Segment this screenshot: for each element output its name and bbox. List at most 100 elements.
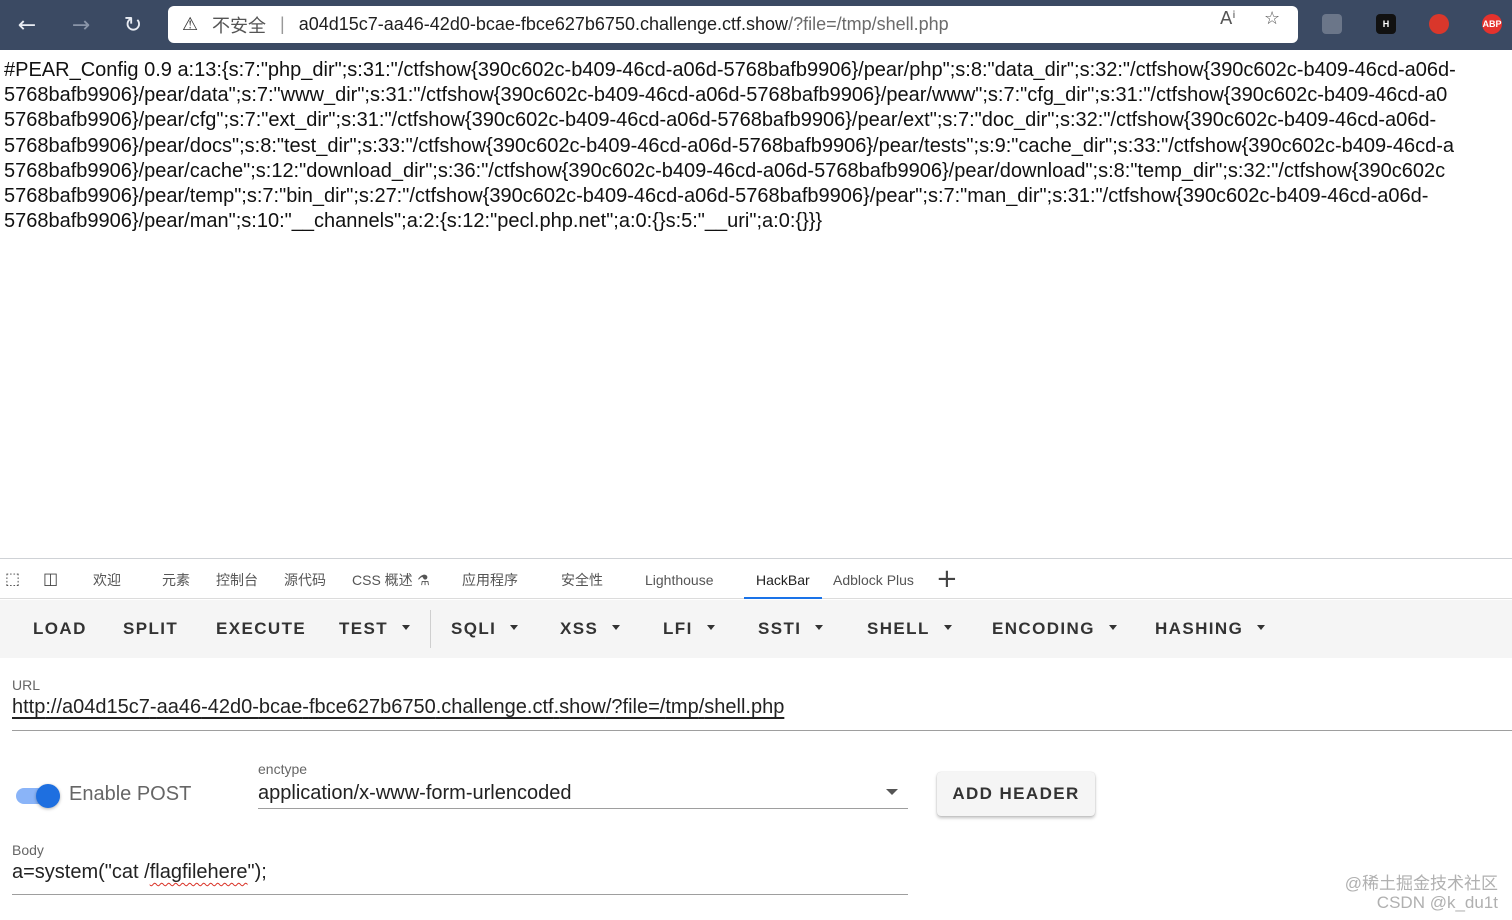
star-add-icon[interactable]: ☆ bbox=[1264, 8, 1280, 29]
body-underline bbox=[12, 894, 908, 895]
tab-label: CSS 概述 bbox=[352, 572, 413, 588]
body-input[interactable]: a=system("cat /flagfilehere"); bbox=[12, 861, 267, 884]
url-segment: .challenge. bbox=[435, 696, 533, 718]
tab-lighthouse[interactable]: Lighthouse bbox=[645, 559, 714, 599]
menu-label: XSS bbox=[560, 619, 599, 638]
url-segment: ctf bbox=[532, 696, 554, 718]
tab-label: 控制台 bbox=[216, 572, 258, 588]
address-bar[interactable]: ⚠ 不安全 | a04d15c7-aa46-42d0-bcae-fbce627b… bbox=[168, 6, 1298, 43]
tab-security[interactable]: 安全性 bbox=[561, 559, 603, 599]
back-button[interactable]: ← bbox=[10, 8, 44, 42]
warning-triangle-icon: ⚠ bbox=[182, 14, 199, 35]
hashing-button[interactable]: HASHING bbox=[1155, 600, 1266, 658]
url-segment: bcae bbox=[258, 696, 303, 718]
url-segment: http bbox=[12, 696, 46, 718]
extension-h[interactable]: H bbox=[1376, 14, 1396, 34]
load-button[interactable]: LOAD bbox=[33, 600, 87, 658]
menu-label: TEST bbox=[339, 619, 389, 638]
tab-label: Lighthouse bbox=[645, 572, 714, 588]
devtools-tab-bar: ⬚ ◫ 欢迎 元素 控制台 源代码 CSS 概述 ⚗ 应用程序 安全性 Lighthouse H… bbox=[0, 559, 1512, 599]
extension-red[interactable] bbox=[1429, 14, 1449, 34]
chevron-down-icon[interactable] bbox=[886, 789, 898, 795]
url-segment: /?file=/ bbox=[605, 696, 666, 718]
browser-toolbar: ← → ↻ ⚠ 不安全 | a04d15c7-aa46-42d0-bcae-fb… bbox=[0, 0, 1512, 50]
caret-down-icon bbox=[402, 625, 411, 631]
caret-down-icon bbox=[815, 625, 824, 631]
address-separator: | bbox=[280, 14, 285, 34]
forward-button[interactable]: → bbox=[64, 8, 98, 42]
url-underline bbox=[12, 730, 1512, 731]
enable-post-label: Enable POST bbox=[69, 783, 192, 805]
split-button[interactable]: SPLIT bbox=[123, 600, 178, 658]
tab-label: Adblock Plus bbox=[833, 572, 914, 588]
watermark: @稀土掘金技术社区 CSDN @k_du1t bbox=[1328, 874, 1498, 912]
hackbar-menu: LOAD SPLIT EXECUTE TEST SQLI XSS LFI SSTI SHELL E… bbox=[0, 600, 1512, 658]
body-segment: flagfilehere bbox=[149, 861, 248, 883]
tab-hackbar[interactable]: HackBar bbox=[744, 559, 822, 599]
url-segment: a04d15c7 bbox=[62, 696, 150, 718]
menu-label: LFI bbox=[663, 619, 693, 638]
page-content: #PEAR_Config 0.9 a:13:{s:7:"php_dir";s:3… bbox=[4, 58, 1512, 298]
encoding-button[interactable]: ENCODING bbox=[992, 600, 1117, 658]
menu-label: HASHING bbox=[1155, 619, 1244, 638]
enctype-underline bbox=[258, 808, 908, 809]
url-label: URL bbox=[12, 677, 41, 693]
page-text-line: #PEAR_Config 0.9 a:13:{s:7:"php_dir";s:3… bbox=[4, 59, 1456, 81]
menu-label: SPLIT bbox=[123, 619, 179, 638]
shell-button[interactable]: SHELL bbox=[867, 600, 952, 658]
address-path: /?file=/tmp/shell.php bbox=[788, 14, 949, 34]
add-header-button[interactable]: ADD HEADER bbox=[937, 772, 1095, 816]
url-input[interactable]: http://a04d15c7-aa46-42d0-bcae-fbce627b6… bbox=[12, 696, 784, 719]
lfi-button[interactable]: LFI bbox=[663, 600, 715, 658]
enable-post-toggle-knob[interactable] bbox=[36, 784, 60, 808]
page-text-line: 5768bafb9906}/pear/temp";s:7:"bin_dir";s… bbox=[4, 184, 1429, 207]
extension-abp[interactable]: ABP bbox=[1482, 14, 1502, 34]
plus-icon[interactable]: + bbox=[936, 563, 958, 595]
tab-welcome[interactable]: 欢迎 bbox=[93, 559, 121, 599]
url-segment: - bbox=[149, 696, 157, 718]
xss-button[interactable]: XSS bbox=[560, 600, 621, 658]
enctype-select[interactable]: application/x-www-form-urlencoded bbox=[258, 782, 571, 805]
device-emulation-icon[interactable]: ◫ bbox=[43, 569, 65, 589]
test-button[interactable]: TEST bbox=[339, 600, 411, 658]
caret-down-icon bbox=[510, 625, 519, 631]
tab-application[interactable]: 应用程序 bbox=[462, 559, 518, 599]
reload-button[interactable]: ↻ bbox=[116, 8, 150, 42]
body-label: Body bbox=[12, 842, 44, 858]
extension-grey[interactable] bbox=[1322, 14, 1342, 34]
read-aloud-icon[interactable]: Aⁱ bbox=[1220, 8, 1236, 29]
url-segment: -42d0- bbox=[201, 696, 259, 718]
url-segment: tmp bbox=[665, 696, 699, 718]
address-host: a04d15c7-aa46-42d0-bcae-fbce627b6750.cha… bbox=[298, 14, 789, 34]
tab-sources[interactable]: 源代码 bbox=[284, 559, 326, 599]
flask-icon: ⚗ bbox=[412, 573, 430, 589]
menu-label: EXECUTE bbox=[216, 619, 307, 638]
caret-down-icon bbox=[706, 625, 715, 631]
tab-console[interactable]: 控制台 bbox=[216, 559, 258, 599]
enctype-label: enctype bbox=[258, 761, 308, 777]
tab-adblock-plus[interactable]: Adblock Plus bbox=[833, 559, 914, 599]
refresh-icon: ↻ bbox=[123, 12, 143, 38]
watermark-line1: @稀土掘金技术社区 bbox=[1344, 874, 1498, 893]
menu-label: SHELL bbox=[867, 619, 930, 638]
watermark-line2: CSDN @k_du1t bbox=[1376, 893, 1498, 912]
arrow-left-icon: ← bbox=[17, 12, 37, 38]
url-segment: :// bbox=[45, 696, 63, 718]
tab-css-overview[interactable]: CSS 概述 ⚗ bbox=[352, 559, 430, 599]
caret-down-icon bbox=[1108, 625, 1117, 631]
caret-down-icon bbox=[612, 625, 621, 631]
page-text-line: 5768bafb9906}/pear/data";s:7:"www_dir";s… bbox=[4, 84, 1448, 107]
inspect-element-icon[interactable]: ⬚ bbox=[5, 569, 27, 589]
tab-label: 欢迎 bbox=[93, 572, 121, 588]
ssti-button[interactable]: SSTI bbox=[758, 600, 824, 658]
tab-label: HackBar bbox=[756, 572, 810, 588]
page-text-line: 5768bafb9906}/pear/cache";s:12:"download… bbox=[4, 159, 1446, 182]
url-segment: show bbox=[559, 696, 606, 718]
tab-elements[interactable]: 元素 bbox=[162, 559, 190, 599]
tab-label: 应用程序 bbox=[462, 572, 518, 588]
tab-label: 源代码 bbox=[284, 572, 326, 588]
menu-label: SQLI bbox=[451, 619, 497, 638]
execute-button[interactable]: EXECUTE bbox=[216, 600, 306, 658]
page-text-line: 5768bafb9906}/pear/man";s:10:"__channels… bbox=[4, 210, 823, 233]
sqli-button[interactable]: SQLI bbox=[451, 600, 519, 658]
